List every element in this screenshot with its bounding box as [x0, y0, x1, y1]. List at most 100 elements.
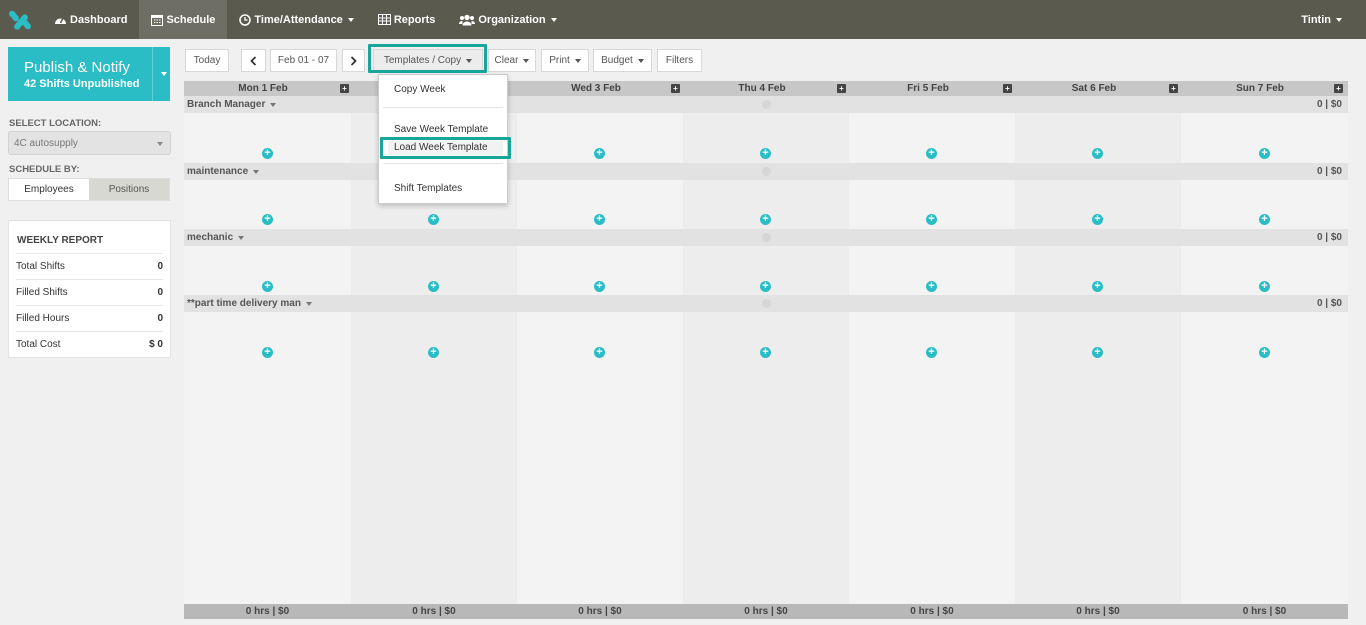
grid-footer: 0 hrs | $0 0 hrs | $0 0 hrs | $0 0 hrs |…: [184, 604, 1348, 619]
add-shift-icon[interactable]: +: [262, 281, 273, 292]
menu-divider: [383, 163, 503, 164]
add-shift-icon[interactable]: +: [1092, 214, 1103, 225]
schedule-grid: Mon 1 Feb + Tue 2 Feb Wed 3 Feb + Thu 4 …: [184, 81, 1348, 619]
nav-time-attendance[interactable]: Time/Attendance: [227, 0, 365, 39]
add-shift-icon[interactable]: +: [594, 347, 605, 358]
add-shift-icon[interactable]: +: [1259, 347, 1270, 358]
add-shift-icon[interactable]: +: [428, 281, 439, 292]
chevron-down-icon: [161, 72, 167, 76]
templates-highlight-annotation: [368, 44, 487, 73]
publish-notify-button[interactable]: Publish & Notify 42 Shifts Unpublished: [8, 47, 152, 101]
location-value: 4C autosupply: [14, 137, 78, 149]
nav-organization[interactable]: Organization: [447, 0, 568, 39]
publish-title: Publish & Notify: [24, 58, 130, 76]
menu-divider: [383, 107, 503, 108]
nav-dashboard[interactable]: Dashboard: [42, 0, 139, 39]
clock-icon: [239, 13, 252, 26]
chevron-down-icon: [574, 58, 581, 63]
day-header: Mon 1 Feb: [238, 83, 288, 94]
nav-organization-label: Organization: [478, 13, 546, 26]
day-total: 0 hrs | $0: [1242, 606, 1287, 617]
menu-item-shift-templates[interactable]: Shift Templates: [394, 183, 462, 194]
today-button[interactable]: Today: [185, 49, 229, 72]
add-shift-icon[interactable]: +: [428, 214, 439, 225]
schedule-by-positions[interactable]: Positions: [89, 179, 169, 200]
table-icon: [377, 14, 391, 25]
budget-label: Budget: [601, 55, 633, 66]
nav-time-attendance-label: Time/Attendance: [254, 13, 343, 26]
add-shift-icon[interactable]: +: [760, 148, 771, 159]
next-week-button[interactable]: [342, 49, 365, 72]
prev-week-button[interactable]: [241, 49, 266, 72]
add-shift-icon[interactable]: +: [926, 347, 937, 358]
app-logo-icon[interactable]: [0, 0, 42, 39]
user-name: Tintin: [1301, 13, 1331, 26]
print-button[interactable]: Print: [541, 49, 589, 72]
add-shift-icon[interactable]: +: [594, 148, 605, 159]
report-row: Filled Shifts 0: [16, 279, 163, 305]
add-day-shift-icon[interactable]: +: [1334, 84, 1343, 93]
unpublished-count: 42 Shifts Unpublished: [24, 77, 140, 90]
circle-icon: [762, 167, 771, 176]
position-total: 0 | $0: [1316, 166, 1342, 177]
add-shift-icon[interactable]: +: [262, 347, 273, 358]
report-value: 0: [157, 287, 163, 298]
nav-schedule[interactable]: Schedule: [139, 0, 228, 39]
chevron-down-icon: [523, 58, 530, 63]
add-day-shift-icon[interactable]: +: [1003, 84, 1012, 93]
add-shift-icon[interactable]: +: [1259, 214, 1270, 225]
position-name: Branch Manager: [187, 99, 266, 110]
add-shift-icon[interactable]: +: [428, 347, 439, 358]
add-shift-icon[interactable]: +: [926, 148, 937, 159]
add-day-shift-icon[interactable]: +: [1169, 84, 1178, 93]
menu-item-save-week-template[interactable]: Save Week Template: [394, 124, 488, 135]
budget-button[interactable]: Budget: [593, 49, 652, 72]
user-menu[interactable]: Tintin: [1301, 0, 1342, 39]
day-total: 0 hrs | $0: [578, 606, 622, 617]
clear-label: Clear: [494, 55, 519, 66]
add-day-shift-icon[interactable]: +: [837, 84, 846, 93]
report-row: Total Shifts 0: [16, 253, 163, 279]
menu-item-copy-week[interactable]: Copy Week: [394, 84, 446, 95]
clear-button[interactable]: Clear: [488, 49, 536, 72]
add-shift-icon[interactable]: +: [1092, 281, 1103, 292]
chevron-left-icon: [250, 55, 257, 66]
add-shift-icon[interactable]: +: [760, 214, 771, 225]
date-range-button[interactable]: Feb 01 - 07: [270, 49, 337, 72]
day-header: Wed 3 Feb: [571, 83, 621, 94]
schedule-by-employees[interactable]: Employees: [9, 179, 89, 200]
add-shift-icon[interactable]: +: [1259, 148, 1270, 159]
day-header: Fri 5 Feb: [907, 83, 949, 94]
nav-schedule-label: Schedule: [166, 13, 216, 26]
chevron-down-icon: [253, 169, 260, 174]
add-shift-icon[interactable]: +: [594, 214, 605, 225]
chevron-down-icon: [347, 17, 354, 22]
add-shift-icon[interactable]: +: [1092, 148, 1103, 159]
add-shift-icon[interactable]: +: [262, 214, 273, 225]
day-total: 0 hrs | $0: [245, 606, 290, 617]
publish-options-toggle[interactable]: [152, 47, 170, 101]
day-header: Sun 7 Feb: [1236, 83, 1284, 94]
day-header: Sat 6 Feb: [1071, 83, 1117, 94]
add-shift-icon[interactable]: +: [594, 281, 605, 292]
location-select[interactable]: 4C autosupply: [8, 131, 171, 155]
add-shift-icon[interactable]: +: [262, 148, 273, 159]
add-shift-icon[interactable]: +: [926, 281, 937, 292]
weekly-report-title: WEEKLY REPORT: [17, 235, 104, 246]
report-value: 0: [157, 313, 163, 324]
add-shift-icon[interactable]: +: [1092, 347, 1103, 358]
day-header: Thu 4 Feb: [738, 83, 786, 94]
chevron-down-icon: [550, 17, 557, 22]
load-template-highlight-annotation: [380, 137, 511, 159]
add-day-shift-icon[interactable]: +: [671, 84, 680, 93]
add-shift-icon[interactable]: +: [926, 214, 937, 225]
nav-reports[interactable]: Reports: [366, 0, 448, 39]
filters-button[interactable]: Filters: [657, 49, 702, 72]
add-day-shift-icon[interactable]: +: [340, 84, 349, 93]
position-name: mechanic: [187, 232, 234, 243]
position-total: 0 | $0: [1316, 232, 1342, 243]
add-shift-icon[interactable]: +: [760, 281, 771, 292]
add-shift-icon[interactable]: +: [1259, 281, 1270, 292]
schedule-by-label: SCHEDULE BY:: [9, 164, 80, 175]
add-shift-icon[interactable]: +: [760, 347, 771, 358]
